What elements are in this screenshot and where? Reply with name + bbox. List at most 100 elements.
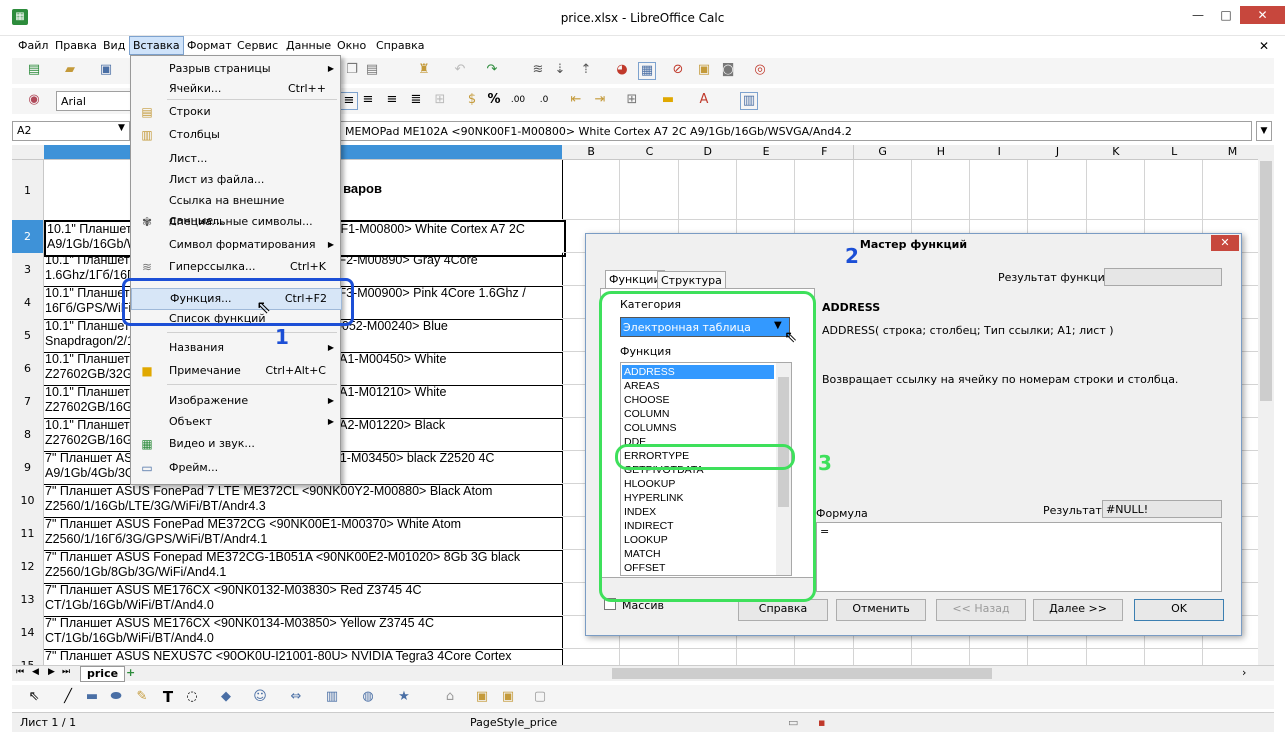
- redo-icon[interactable]: ↷: [484, 62, 500, 78]
- menu-help[interactable]: Справка: [373, 38, 427, 53]
- menu-item-image[interactable]: Изображение ▶: [131, 391, 340, 411]
- back-button[interactable]: << Назад: [936, 599, 1026, 621]
- menu-item-object[interactable]: Объект ▶: [131, 412, 340, 432]
- menu-view[interactable]: Вид: [100, 38, 128, 53]
- cell-a[interactable]: 7" Планшет ASUS NEXUS7C <90OK0U-I21001-8…: [44, 649, 563, 665]
- cell-a[interactable]: 7" Планшет ASUS FonePad ME372CG <90NK00E…: [44, 517, 563, 551]
- merge-cells-icon[interactable]: ⊞: [432, 92, 448, 108]
- justify-icon[interactable]: ≣: [408, 92, 424, 108]
- new-document-icon[interactable]: ▤: [26, 62, 42, 78]
- navigator-icon[interactable]: ◙: [720, 62, 736, 78]
- column-header-c[interactable]: C: [620, 145, 680, 160]
- styles-icon[interactable]: ◉: [26, 92, 42, 108]
- line-tool-icon[interactable]: ╱: [60, 689, 76, 705]
- column-header-k[interactable]: K: [1086, 145, 1146, 160]
- scroll-right-icon[interactable]: ›: [1242, 666, 1246, 679]
- cancel-button[interactable]: Отменить: [836, 599, 926, 621]
- menu-window[interactable]: Окно: [334, 38, 369, 53]
- column-header-d[interactable]: D: [678, 145, 738, 160]
- next-button[interactable]: Далее >>: [1033, 599, 1123, 621]
- cell-a[interactable]: 7" Планшет ASUS Fonepad ME372CG-1B051A <…: [44, 550, 563, 584]
- image-from-file-icon[interactable]: ▣: [500, 689, 516, 705]
- row-header[interactable]: 5: [12, 319, 44, 353]
- sort-ascending-icon[interactable]: ⇣: [552, 62, 568, 78]
- font-name-box[interactable]: Arial: [56, 91, 136, 111]
- menu-item-formatting-mark[interactable]: Символ форматирования ▶: [131, 235, 340, 255]
- select-arrow-icon[interactable]: ⇖: [26, 689, 42, 705]
- clone-formatting-icon[interactable]: ♜: [416, 62, 432, 78]
- close-window-button[interactable]: ✕: [1240, 6, 1285, 24]
- formula-input[interactable]: MEMOPad ME102A <90NK00F1-M00800> White C…: [340, 121, 1252, 141]
- decrease-indent-icon[interactable]: ⇤: [568, 92, 584, 108]
- increase-indent-icon[interactable]: ⇥: [592, 92, 608, 108]
- menu-item-hyperlink[interactable]: ≋ Гиперссылка... Ctrl+K: [131, 257, 340, 277]
- formula-textarea[interactable]: =: [816, 522, 1222, 592]
- sheet-tab-price[interactable]: price: [80, 666, 126, 682]
- fontwork-icon[interactable]: ▣: [474, 689, 490, 705]
- undo-icon[interactable]: ↶: [452, 62, 468, 78]
- row-header[interactable]: 4: [12, 286, 44, 320]
- menu-item-rows[interactable]: ▤ Строки: [131, 102, 340, 122]
- percent-icon[interactable]: %: [486, 92, 502, 108]
- menu-item-sheet[interactable]: Лист...: [131, 149, 340, 169]
- menu-insert[interactable]: Вставка: [129, 36, 184, 55]
- freeform-tool-icon[interactable]: ✎: [134, 689, 150, 705]
- row-header[interactable]: 9: [12, 451, 44, 485]
- menu-item-media[interactable]: ▦ Видео и звук...: [131, 434, 340, 454]
- menu-item-names[interactable]: Названия ▶: [131, 338, 340, 358]
- menu-item-sheet-from-file[interactable]: Лист из файла...: [131, 170, 340, 190]
- selection-mode-icon[interactable]: ▭: [788, 716, 798, 729]
- menu-file[interactable]: Файл: [15, 38, 51, 53]
- help-icon[interactable]: ◎: [752, 62, 768, 78]
- block-arrows-icon[interactable]: ⇔: [288, 689, 304, 705]
- row-header[interactable]: 8: [12, 418, 44, 452]
- close-document-button[interactable]: ✕: [1256, 38, 1272, 54]
- menu-item-external-link[interactable]: Ссылка на внешние данные...: [131, 191, 340, 227]
- row-header[interactable]: 7: [12, 385, 44, 419]
- add-sheet-icon[interactable]: +: [126, 666, 135, 679]
- row-header[interactable]: 2: [12, 220, 44, 254]
- copy-icon[interactable]: ❐: [344, 62, 360, 78]
- grid-toggle-icon[interactable]: ▥: [740, 92, 758, 110]
- vertical-scrollbar[interactable]: [1258, 145, 1274, 665]
- rectangle-tool-icon[interactable]: ▬: [84, 689, 100, 705]
- next-sheet-icon[interactable]: ▶: [48, 667, 55, 677]
- align-right-icon[interactable]: ≡: [384, 92, 400, 108]
- column-header-j[interactable]: J: [1028, 145, 1088, 160]
- callouts-icon[interactable]: ◍: [360, 689, 376, 705]
- row-header[interactable]: 1: [12, 160, 44, 221]
- remove-decimal-icon[interactable]: .0: [536, 92, 552, 108]
- row-header[interactable]: 6: [12, 352, 44, 386]
- borders-icon[interactable]: ⊞: [624, 92, 640, 108]
- menu-item-cells[interactable]: Ячейки... Ctrl++: [131, 79, 340, 99]
- menu-item-comment[interactable]: ■ Примечание Ctrl+Alt+C: [131, 361, 340, 381]
- tab-functions[interactable]: Функции: [605, 270, 665, 289]
- gallery-icon[interactable]: ▣: [696, 62, 712, 78]
- menu-item-special-character[interactable]: ✾ Специальные символы...: [131, 212, 340, 232]
- align-center-icon[interactable]: ≡: [360, 92, 376, 108]
- minimize-button[interactable]: —: [1184, 6, 1212, 24]
- column-header-g[interactable]: G: [853, 145, 913, 160]
- column-header-f[interactable]: F: [795, 145, 855, 160]
- prev-sheet-icon[interactable]: ◀: [32, 667, 39, 677]
- symbol-shapes-icon[interactable]: ☺: [252, 689, 268, 705]
- column-header-i[interactable]: I: [970, 145, 1030, 160]
- menu-format[interactable]: Формат: [184, 38, 235, 53]
- row-header[interactable]: 15: [12, 649, 44, 665]
- basic-shapes-icon[interactable]: ◆: [218, 689, 234, 705]
- text-tool-icon[interactable]: T: [160, 689, 176, 705]
- menu-item-frame[interactable]: ▭ Фрейм...: [131, 458, 340, 478]
- open-folder-icon[interactable]: ▰: [62, 62, 78, 78]
- paste-icon[interactable]: ▤: [364, 62, 380, 78]
- first-sheet-icon[interactable]: ⏮: [16, 667, 24, 677]
- row-header[interactable]: 13: [12, 583, 44, 617]
- name-box[interactable]: A2: [12, 121, 130, 141]
- currency-icon[interactable]: $: [464, 92, 480, 108]
- pivot-table-icon[interactable]: ▦: [638, 62, 656, 80]
- horizontal-scroll-thumb[interactable]: [612, 668, 992, 679]
- help-button[interactable]: Справка: [738, 599, 828, 621]
- dialog-close-button[interactable]: ✕: [1211, 235, 1239, 251]
- row-header[interactable]: 10: [12, 484, 44, 518]
- column-header-m[interactable]: M: [1203, 145, 1258, 160]
- page-style[interactable]: PageStyle_price: [470, 716, 557, 729]
